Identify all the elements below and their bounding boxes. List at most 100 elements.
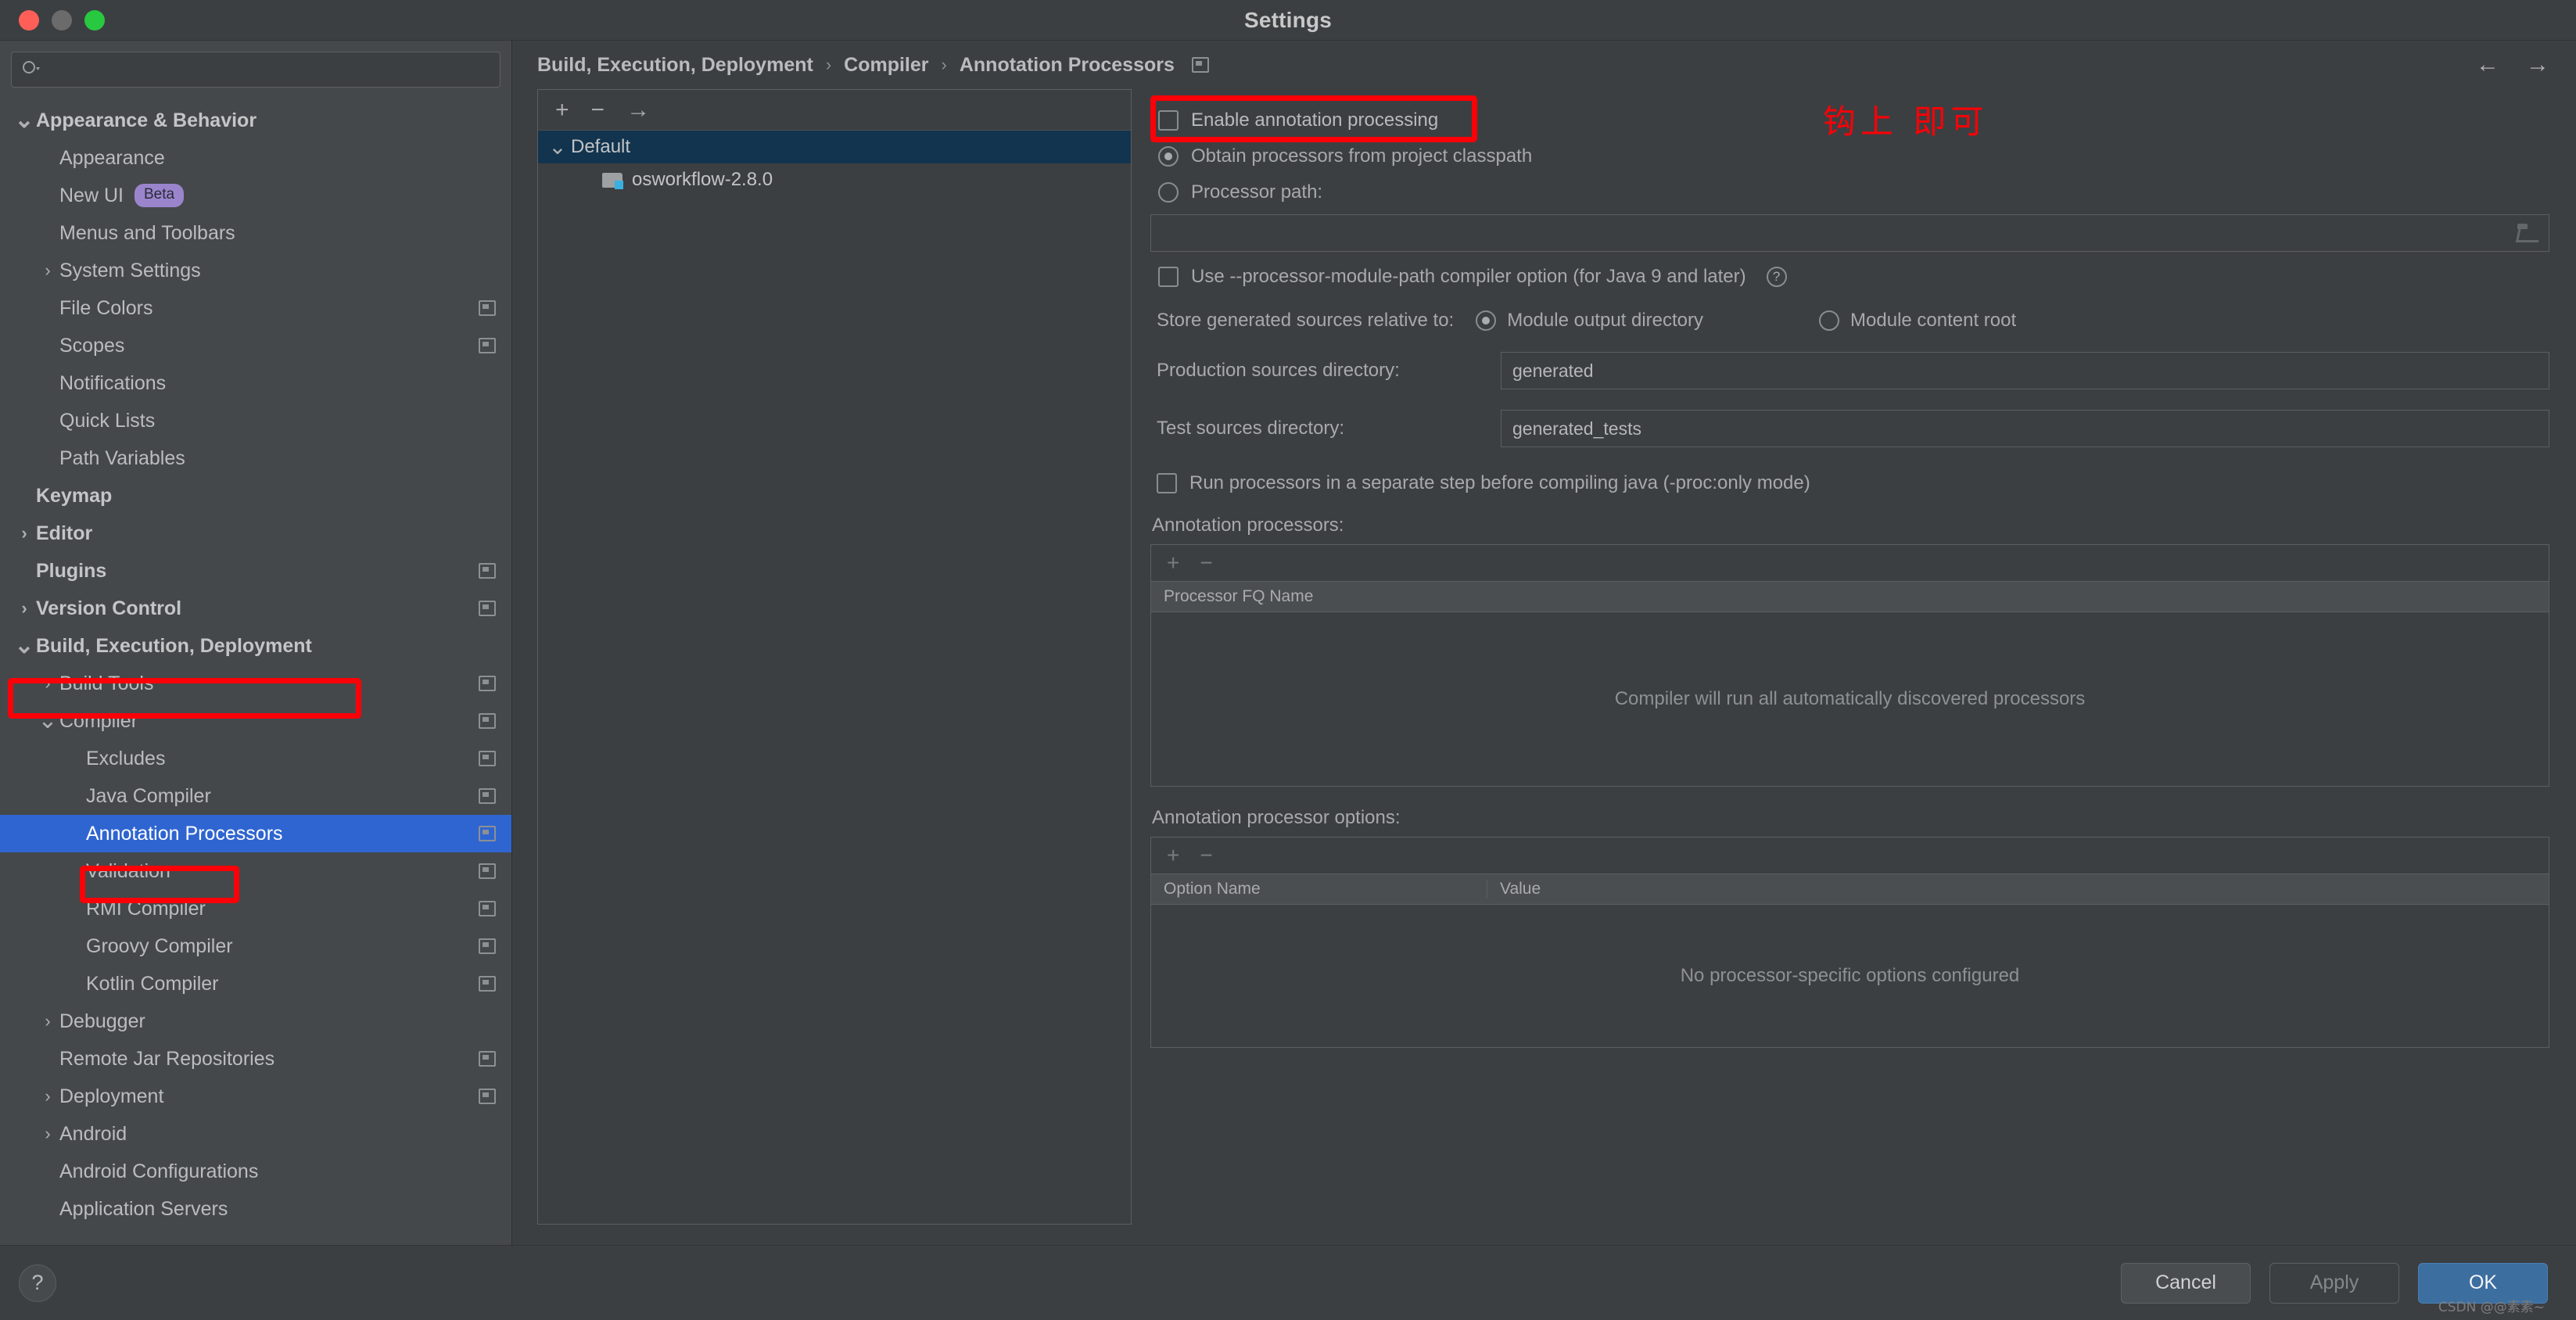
project-scope-icon: [1191, 57, 1209, 73]
forward-arrow-icon[interactable]: →: [2526, 53, 2549, 77]
sidebar-item-appearance[interactable]: Appearance: [0, 139, 511, 177]
sidebar-item-appearance-behavior[interactable]: ⌄ Appearance & Behavior: [0, 102, 511, 139]
search-box[interactable]: [11, 52, 500, 88]
production-sources-field[interactable]: [1501, 352, 2549, 389]
chevron-right-icon[interactable]: ›: [36, 1013, 59, 1030]
module-content-root-option[interactable]: Module content root: [1819, 310, 2016, 332]
chevron-down-icon[interactable]: ⌄: [544, 135, 571, 157]
sidebar-item-deployment[interactable]: › Deployment: [0, 1078, 511, 1115]
sidebar-item-label: Remote Jar Repositories: [59, 1047, 275, 1070]
separate-step-checkbox[interactable]: [1157, 473, 1177, 493]
minimize-button[interactable]: [52, 9, 72, 30]
breadcrumb-item-0[interactable]: Build, Execution, Deployment: [537, 54, 813, 77]
sidebar-item-editor[interactable]: › Editor: [0, 515, 511, 552]
close-button[interactable]: [19, 9, 39, 30]
sidebar-item-label: Plugins: [36, 559, 107, 582]
sidebar-item-groovy-compiler[interactable]: Groovy Compiler: [0, 927, 511, 965]
sidebar-item-annotation-processors[interactable]: Annotation Processors: [0, 815, 511, 852]
sidebar-item-kotlin-compiler[interactable]: Kotlin Compiler: [0, 965, 511, 1003]
sidebar-item-label: Appearance & Behavior: [36, 109, 257, 131]
chevron-right-icon[interactable]: ›: [36, 262, 59, 279]
test-sources-input[interactable]: [1512, 418, 2538, 439]
options-table-header: Option Name Value: [1151, 873, 2549, 905]
help-icon[interactable]: ?: [1766, 267, 1787, 287]
project-scope-icon: [479, 676, 496, 691]
sidebar-item-build-tools[interactable]: › Build Tools: [0, 665, 511, 702]
sidebar-item-label: Notifications: [59, 371, 167, 394]
window-body: ⌄ Appearance & Behavior Appearance New UI Be…: [0, 41, 2576, 1245]
add-option-button[interactable]: +: [1167, 845, 1179, 866]
folder-open-icon[interactable]: [2516, 224, 2539, 242]
help-button[interactable]: ?: [19, 1264, 56, 1302]
sidebar-item-remote-jar-repositories[interactable]: Remote Jar Repositories: [0, 1040, 511, 1078]
processor-path-label: Processor path:: [1191, 181, 1323, 203]
sidebar-item-rmi-compiler[interactable]: RMI Compiler: [0, 890, 511, 927]
remove-processor-button[interactable]: −: [1200, 552, 1212, 574]
sidebar-item-plugins[interactable]: Plugins: [0, 552, 511, 590]
chevron-down-icon[interactable]: ⌄: [13, 109, 36, 132]
breadcrumb-item-1[interactable]: Compiler: [844, 54, 928, 77]
sidebar-item-java-compiler[interactable]: Java Compiler: [0, 777, 511, 815]
project-scope-icon: [479, 300, 496, 316]
settings-content: Build, Execution, Deployment › Compiler …: [512, 41, 2576, 1245]
module-output-directory-option[interactable]: Module output directory: [1476, 310, 1703, 332]
chevron-right-icon[interactable]: ›: [13, 525, 36, 542]
module-output-directory-radio[interactable]: [1476, 310, 1497, 331]
sidebar-item-excludes[interactable]: Excludes: [0, 740, 511, 777]
annotation-processor-options-table: + − Option Name Value No processor-speci…: [1150, 837, 2549, 1048]
chevron-down-icon[interactable]: ⌄: [13, 634, 36, 658]
chevron-right-icon[interactable]: ›: [13, 600, 36, 617]
search-input[interactable]: [48, 59, 490, 81]
sidebar-item-new-ui[interactable]: New UI Beta: [0, 177, 511, 214]
maximize-button[interactable]: [84, 9, 105, 30]
separate-step-label: Run processors in a separate step before…: [1189, 472, 1810, 493]
sidebar-item-system-settings[interactable]: › System Settings: [0, 252, 511, 289]
production-sources-input[interactable]: [1512, 360, 2538, 382]
sidebar-item-android[interactable]: › Android: [0, 1115, 511, 1153]
sidebar-item-label: Keymap: [36, 484, 113, 507]
sidebar-item-application-servers[interactable]: Application Servers: [0, 1190, 511, 1228]
sidebar-item-file-colors[interactable]: File Colors: [0, 289, 511, 327]
enable-annotation-processing-checkbox[interactable]: [1158, 110, 1179, 131]
add-module-button[interactable]: +: [555, 98, 569, 122]
processor-path-field[interactable]: [1150, 214, 2549, 252]
sidebar-item-menus-and-toolbars[interactable]: Menus and Toolbars: [0, 214, 511, 252]
separate-step-row[interactable]: Run processors in a separate step before…: [1150, 472, 2549, 494]
chevron-right-icon[interactable]: ›: [36, 675, 59, 692]
chevron-right-icon[interactable]: ›: [36, 1088, 59, 1105]
test-sources-field[interactable]: [1501, 410, 2549, 447]
sidebar-item-validation[interactable]: Validation: [0, 852, 511, 890]
remove-option-button[interactable]: −: [1200, 845, 1212, 866]
add-processor-button[interactable]: +: [1167, 552, 1179, 574]
sidebar-item-compiler[interactable]: ⌄ Compiler: [0, 702, 511, 740]
module-row[interactable]: ⌄ Default: [538, 131, 1131, 163]
back-arrow-icon[interactable]: ←: [2476, 53, 2499, 77]
processor-path-radio[interactable]: [1158, 182, 1179, 203]
processors-table-empty-message: Compiler will run all automatically disc…: [1614, 688, 2086, 709]
cancel-button[interactable]: Cancel: [2121, 1262, 2251, 1304]
sidebar-item-quick-lists[interactable]: Quick Lists: [0, 402, 511, 439]
module-content-root-radio[interactable]: [1819, 310, 1840, 331]
sidebar-item-label: Version Control: [36, 597, 182, 619]
apply-button[interactable]: Apply: [2269, 1262, 2399, 1304]
sidebar-item-android-configurations[interactable]: Android Configurations: [0, 1153, 511, 1190]
sidebar-item-build-execution-deployment[interactable]: ⌄ Build, Execution, Deployment: [0, 627, 511, 665]
module-row[interactable]: osworkflow-2.8.0: [538, 163, 1131, 196]
remove-module-button[interactable]: −: [591, 98, 605, 122]
sidebar-item-scopes[interactable]: Scopes: [0, 327, 511, 364]
sidebar-item-debugger[interactable]: › Debugger: [0, 1003, 511, 1040]
sidebar-item-version-control[interactable]: › Version Control: [0, 590, 511, 627]
annotation-note-chinese: 钩上 即可: [1823, 102, 1989, 141]
sidebar-item-notifications[interactable]: Notifications: [0, 364, 511, 402]
chevron-right-icon[interactable]: ›: [36, 1125, 59, 1142]
sidebar-item-keymap[interactable]: Keymap: [0, 477, 511, 515]
chevron-down-icon[interactable]: ⌄: [36, 709, 59, 733]
move-module-button[interactable]: →: [626, 98, 650, 122]
processor-path-input[interactable]: [1161, 222, 2516, 244]
processor-path-row[interactable]: Processor path:: [1150, 181, 2549, 203]
obtain-from-classpath-row[interactable]: Obtain processors from project classpath: [1150, 145, 2549, 167]
obtain-from-classpath-radio[interactable]: [1158, 146, 1179, 167]
processor-module-path-row[interactable]: Use --processor-module-path compiler opt…: [1150, 266, 2549, 288]
sidebar-item-path-variables[interactable]: Path Variables: [0, 439, 511, 477]
processor-module-path-checkbox[interactable]: [1158, 267, 1179, 287]
